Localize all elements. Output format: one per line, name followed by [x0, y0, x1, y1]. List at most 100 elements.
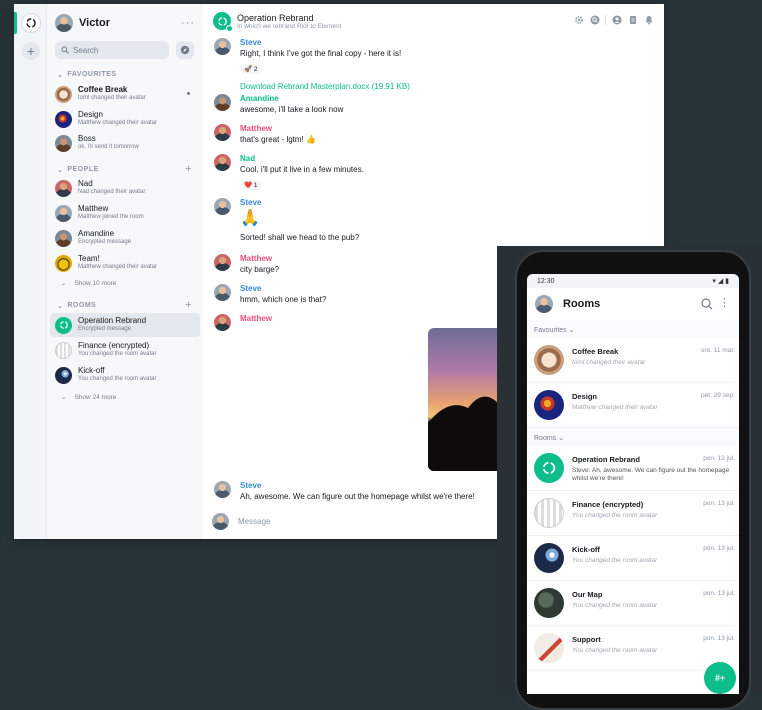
files-icon[interactable] [627, 14, 638, 25]
avatar [214, 198, 231, 215]
section-favourites[interactable]: Favourites ⌄ [527, 320, 739, 338]
element-logo-icon [26, 18, 36, 28]
explore-rooms-button[interactable] [176, 41, 194, 59]
room-preview: Matthew changed their avatar [572, 404, 658, 411]
divider [605, 14, 606, 25]
sender-name: Steve [240, 481, 262, 490]
search-icon [61, 46, 69, 54]
more-vertical-icon[interactable]: ⋮ [719, 296, 730, 309]
section-rooms[interactable]: Rooms ⌄ [527, 428, 739, 446]
sender-name: Matthew [240, 314, 272, 323]
avatar [55, 85, 72, 103]
search-icon[interactable] [589, 14, 600, 25]
search-input[interactable]: Search [55, 41, 169, 59]
element-logo-icon [217, 16, 227, 26]
dm-item-team[interactable]: Team! Matthew changed their avatar [50, 251, 200, 275]
show-more-rooms[interactable]: ⌄ Show 24 more [61, 393, 116, 401]
room-row-finance[interactable]: Finance (encrypted) pon. 13 jul. You cha… [527, 491, 739, 536]
room-item-coffee-break[interactable]: Coffee Break toml changed their avatar [50, 82, 200, 106]
avatar [212, 513, 229, 530]
app-bar: Rooms ⋮ [527, 288, 739, 320]
bell-icon[interactable] [643, 14, 654, 25]
room-name: Operation Rebrand [78, 316, 147, 326]
room-preview: Matthew changed their avatar [78, 264, 158, 271]
avatar [534, 543, 564, 573]
selected-indicator [14, 12, 17, 34]
room-item-finance[interactable]: Finance (encrypted) You changed the room … [50, 338, 200, 362]
section-rooms[interactable]: ⌄ ROOMS + [57, 300, 192, 311]
room-item-kick-off[interactable]: Kick-off You changed the room avatar [50, 363, 200, 387]
room-date: pon. 13 jul. [703, 500, 735, 507]
avatar [55, 179, 72, 197]
user-menu[interactable]: Victor ··· [55, 12, 195, 34]
reaction-heart[interactable]: ❤️ 1 [240, 180, 262, 190]
show-more-people[interactable]: ⌄ Show 10 more [61, 279, 116, 287]
room-name: Operation Rebrand [572, 455, 640, 464]
add-person-button[interactable]: + [185, 164, 192, 175]
section-favourites[interactable]: ⌄ FAVOURITES [57, 71, 192, 79]
avatar [55, 14, 73, 32]
message-text: awesome, i'll take a look now [240, 105, 344, 114]
avatar [214, 94, 231, 111]
room-item-design[interactable]: Design Matthew changed their avatar [50, 107, 200, 131]
page-title: Rooms [563, 298, 601, 310]
room-row-coffee-break[interactable]: Coffee Break sre. 11 mar. toml changed t… [527, 338, 739, 383]
avatar [534, 390, 564, 420]
emoji-message: 🙏 [240, 210, 260, 227]
avatar [534, 345, 564, 375]
add-room-button[interactable]: + [185, 300, 192, 311]
dm-item-nad[interactable]: Nad Nad changed their avatar [50, 176, 200, 200]
room-row-kick-off[interactable]: Kick-off pon. 13 jul. You changed the ro… [527, 536, 739, 581]
people-icon[interactable] [611, 14, 622, 25]
room-preview: You changed the room avatar [78, 376, 157, 383]
user-name: Victor [79, 17, 110, 29]
room-row-operation-rebrand[interactable]: Operation Rebrand pon. 13 jul. Steve: Ah… [527, 446, 739, 491]
room-avatar [213, 12, 233, 32]
avatar[interactable] [535, 295, 553, 313]
room-item-operation-rebrand[interactable]: Operation Rebrand Encrypted message [50, 313, 200, 337]
clock: 12:30 [537, 277, 555, 285]
room-name: Boss [78, 134, 96, 144]
section-people[interactable]: ⌄ PEOPLE + [57, 164, 192, 175]
room-name: Coffee Break [572, 347, 619, 356]
dm-item-matthew[interactable]: Matthew Matthew joined the room [50, 201, 200, 225]
room-name: Matthew [78, 204, 109, 214]
avatar [55, 134, 72, 152]
room-name: Kick-off [572, 545, 600, 554]
room-preview: Steve: Ah, awesome. We can figure out th… [572, 467, 730, 483]
room-row-our-map[interactable]: Our Map pon. 13 jul. You changed the roo… [527, 581, 739, 626]
avatar [534, 588, 564, 618]
composer-placeholder: Message [238, 517, 271, 526]
avatar [214, 314, 231, 331]
sender-name: Matthew [240, 124, 272, 133]
search-placeholder: Search [73, 45, 99, 55]
create-room-fab[interactable]: #+ [704, 662, 736, 694]
room-header[interactable]: Operation Rebrand In which we rebrand Ri… [213, 10, 341, 32]
phone-screen: 12:30 ▾ ◢ ▮ Rooms ⋮ Favourites ⌄ Coffee … [527, 274, 739, 694]
avatar [534, 453, 564, 483]
dm-item-amandine[interactable]: Amandine Encrypted message [50, 226, 200, 250]
avatar [214, 154, 231, 171]
room-item-boss[interactable]: Boss ok, i'll send it tomorrow [50, 131, 200, 155]
room-row-design[interactable]: Design pet. 29 sep. Matthew changed thei… [527, 383, 739, 428]
options-icon[interactable]: ··· [181, 17, 195, 29]
create-space-button[interactable]: + [22, 42, 40, 60]
avatar [214, 38, 231, 55]
reaction-rocket[interactable]: 🚀 2 [240, 64, 262, 74]
message-text: Sorted! shall we head to the pub? [240, 233, 360, 242]
message-composer[interactable]: Message [212, 513, 270, 530]
settings-gear-icon[interactable] [573, 14, 584, 25]
room-row-support[interactable]: Support pon. 13 jul. You changed the roo… [527, 626, 739, 671]
sender-name: Steve [240, 198, 262, 207]
chevron-down-icon: ⌄ [57, 72, 64, 79]
room-name: Coffee Break [78, 85, 128, 95]
chevron-down-icon: ⌄ [558, 435, 565, 442]
sender-name: Amandine [240, 94, 279, 103]
room-name: Design [78, 110, 103, 120]
unread-dot-icon [187, 92, 190, 95]
sender-name: Nad [240, 154, 256, 163]
file-download-link[interactable]: Download Rebrand Masterplan.docx (19.91 … [240, 82, 410, 91]
home-space-button[interactable] [21, 13, 41, 33]
phone-panel: 12:30 ▾ ◢ ▮ Rooms ⋮ Favourites ⌄ Coffee … [497, 246, 762, 710]
search-icon[interactable] [701, 298, 713, 310]
